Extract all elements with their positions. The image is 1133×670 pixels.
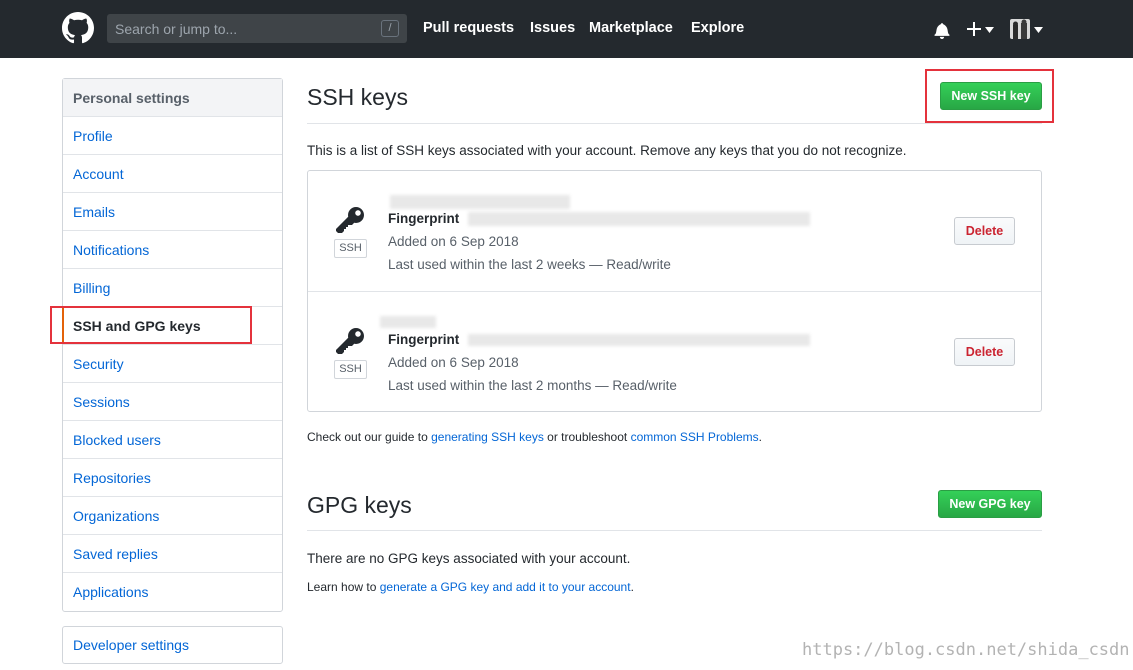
- gpg-keys-title: GPG keys: [307, 492, 412, 518]
- search-input[interactable]: [107, 14, 377, 43]
- highlight-box-new-ssh: [925, 69, 1054, 123]
- menu-heading: Personal settings: [63, 79, 282, 117]
- nav-marketplace[interactable]: Marketplace: [589, 20, 673, 36]
- key-last-used: Last used within the last 2 weeks — Read…: [388, 257, 671, 272]
- ssh-key-row: SSH Fingerprint Added on 6 Sep 2018 Last…: [308, 171, 1041, 291]
- sidebar-item-notifications[interactable]: Notifications: [63, 231, 282, 269]
- top-header: / Pull requests Issues Marketplace Explo…: [0, 0, 1133, 58]
- generate-gpg-key-link[interactable]: generate a GPG key and add it to your ac…: [380, 580, 631, 594]
- guide-suffix: .: [758, 430, 762, 444]
- key-added-date: Added on 6 Sep 2018: [388, 355, 519, 370]
- redacted-fingerprint: [468, 334, 810, 346]
- key-icon: [336, 328, 364, 354]
- guide-middle: or troubleshoot: [547, 430, 628, 444]
- avatar[interactable]: [1010, 19, 1030, 39]
- common-ssh-problems-link[interactable]: common SSH Problems: [631, 430, 759, 444]
- nav-issues[interactable]: Issues: [530, 20, 575, 36]
- nav-explore[interactable]: Explore: [691, 20, 744, 36]
- sidebar-item-emails[interactable]: Emails: [63, 193, 282, 231]
- redacted-key-title: [380, 316, 436, 328]
- delete-key-button[interactable]: Delete: [954, 217, 1015, 245]
- sidebar-item-blocked-users[interactable]: Blocked users: [63, 421, 282, 459]
- ssh-badge: SSH: [334, 239, 367, 258]
- ssh-badge: SSH: [334, 360, 367, 379]
- plus-dropdown-caret-icon[interactable]: [985, 27, 994, 33]
- key-last-used: Last used within the last 2 months — Rea…: [388, 378, 677, 393]
- redacted-fingerprint: [468, 212, 810, 226]
- gpg-learn-text: Learn how to generate a GPG key and add …: [307, 580, 634, 594]
- github-logo-icon[interactable]: [62, 12, 94, 44]
- ssh-keys-title: SSH keys: [307, 84, 408, 110]
- sidebar-item-security[interactable]: Security: [63, 345, 282, 383]
- guide-prefix: Check out our guide to: [307, 430, 428, 444]
- sidebar-item-developer-settings[interactable]: Developer settings: [63, 627, 282, 663]
- developer-settings-menu: Developer settings: [62, 626, 283, 664]
- sidebar-item-repositories[interactable]: Repositories: [63, 459, 282, 497]
- new-gpg-key-button[interactable]: New GPG key: [938, 490, 1042, 518]
- plus-icon[interactable]: [966, 21, 982, 37]
- personal-settings-menu: Personal settings Profile Account Emails…: [62, 78, 283, 612]
- sidebar-item-saved-replies[interactable]: Saved replies: [63, 535, 282, 573]
- sidebar-item-profile[interactable]: Profile: [63, 117, 282, 155]
- search-box[interactable]: /: [107, 14, 407, 43]
- sidebar-item-applications[interactable]: Applications: [63, 573, 282, 611]
- learn-suffix: .: [630, 580, 634, 594]
- watermark: https://blog.csdn.net/shida_csdn: [802, 640, 1130, 660]
- delete-key-button[interactable]: Delete: [954, 338, 1015, 366]
- nav-pull-requests[interactable]: Pull requests: [423, 20, 514, 36]
- gpg-title-divider: [307, 530, 1042, 531]
- key-icon: [336, 207, 364, 233]
- generating-ssh-keys-link[interactable]: generating SSH keys: [431, 430, 544, 444]
- ssh-key-row: SSH Fingerprint Added on 6 Sep 2018 Last…: [308, 291, 1041, 411]
- sidebar-item-account[interactable]: Account: [63, 155, 282, 193]
- learn-prefix: Learn how to: [307, 580, 377, 594]
- avatar-dropdown-caret-icon[interactable]: [1034, 27, 1043, 33]
- highlight-box-sidebar: [50, 306, 252, 344]
- ssh-guide-text: Check out our guide to generating SSH ke…: [307, 430, 762, 444]
- avatar-silhouette-icon: [1013, 19, 1027, 39]
- fingerprint-label: Fingerprint: [388, 332, 460, 347]
- sidebar-item-organizations[interactable]: Organizations: [63, 497, 282, 535]
- ssh-description: This is a list of SSH keys associated wi…: [307, 143, 907, 158]
- key-added-date: Added on 6 Sep 2018: [388, 234, 519, 249]
- gpg-empty-message: There are no GPG keys associated with yo…: [307, 551, 631, 566]
- ssh-title-divider: [307, 123, 1042, 124]
- fingerprint-label: Fingerprint: [388, 211, 460, 226]
- sidebar-item-billing[interactable]: Billing: [63, 269, 282, 307]
- bell-icon[interactable]: [934, 22, 950, 39]
- search-shortcut-hint: /: [381, 20, 399, 37]
- sidebar-item-sessions[interactable]: Sessions: [63, 383, 282, 421]
- ssh-key-list: SSH Fingerprint Added on 6 Sep 2018 Last…: [307, 170, 1042, 412]
- redacted-key-title: [390, 195, 570, 209]
